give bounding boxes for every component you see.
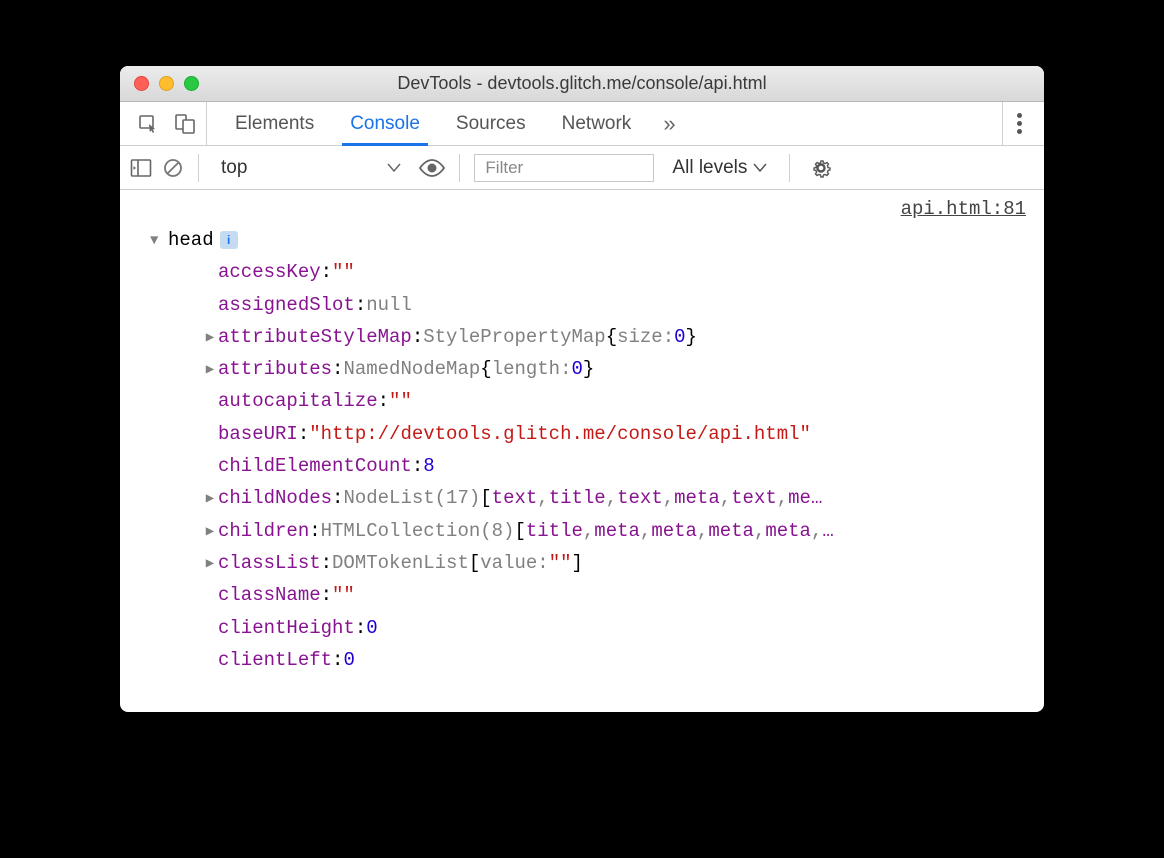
clear-console-icon[interactable]: [162, 157, 184, 179]
property-row[interactable]: childElementCount: 8: [150, 450, 1028, 482]
property-name: accessKey: [218, 256, 321, 288]
devtools-tabbar: Elements Console Sources Network »: [120, 102, 1044, 146]
disclosure-triangle-icon[interactable]: ▶: [203, 327, 217, 351]
property-row[interactable]: clientHeight: 0: [150, 612, 1028, 644]
tabbar-right: [1002, 102, 1036, 145]
property-name: assignedSlot: [218, 289, 355, 321]
disclosure-triangle-icon[interactable]: ▶: [203, 488, 217, 512]
console-toolbar: top All levels: [120, 146, 1044, 190]
disclosure-triangle-icon[interactable]: ▼: [150, 230, 164, 254]
more-options-icon[interactable]: [1017, 113, 1022, 134]
property-value: null: [366, 289, 412, 321]
levels-label: All levels: [672, 157, 747, 179]
property-value: 0: [366, 612, 377, 644]
tabbar-left-icons: [128, 102, 207, 145]
console-settings-icon[interactable]: [810, 157, 832, 179]
disclosure-triangle-icon[interactable]: ▶: [203, 553, 217, 577]
inspect-element-icon[interactable]: [138, 113, 160, 135]
property-name: childElementCount: [218, 450, 412, 482]
source-link[interactable]: api.html:81: [901, 198, 1026, 220]
property-row[interactable]: ▶children: HTMLCollection(8) [title, met…: [150, 515, 1028, 547]
context-label: top: [221, 157, 247, 179]
property-row[interactable]: ▶attributeStyleMap: StylePropertyMap {si…: [150, 321, 1028, 353]
minimize-window-button[interactable]: [159, 76, 174, 91]
property-row[interactable]: ▶childNodes: NodeList(17) [text, title, …: [150, 482, 1028, 514]
property-row[interactable]: accessKey: "": [150, 256, 1028, 288]
property-row[interactable]: clientLeft: 0: [150, 644, 1028, 676]
tab-overflow[interactable]: »: [649, 102, 689, 145]
tab-elements[interactable]: Elements: [217, 102, 332, 145]
toolbar-separator: [789, 154, 790, 182]
tab-network[interactable]: Network: [544, 102, 650, 145]
traffic-lights: [120, 76, 199, 91]
logged-object: ▼ head i accessKey: ""assignedSlot: null…: [120, 196, 1044, 676]
filter-input[interactable]: [474, 154, 654, 182]
property-row[interactable]: assignedSlot: null: [150, 289, 1028, 321]
close-window-button[interactable]: [134, 76, 149, 91]
property-name: clientHeight: [218, 612, 355, 644]
toolbar-separator: [198, 154, 199, 182]
property-value: "http://devtools.glitch.me/console/api.h…: [309, 418, 811, 450]
property-row[interactable]: ▶classList: DOMTokenList [value: ""]: [150, 547, 1028, 579]
property-row[interactable]: ▶attributes: NamedNodeMap {length: 0}: [150, 353, 1028, 385]
object-header[interactable]: ▼ head i: [150, 224, 1028, 256]
property-name: clientLeft: [218, 644, 332, 676]
property-name: childNodes: [218, 482, 332, 514]
log-levels-select[interactable]: All levels: [664, 157, 775, 179]
toolbar-separator: [459, 154, 460, 182]
object-name: head: [168, 224, 214, 256]
execution-context-select[interactable]: top: [213, 157, 409, 179]
tab-sources[interactable]: Sources: [438, 102, 544, 145]
devtools-window: DevTools - devtools.glitch.me/console/ap…: [120, 66, 1044, 712]
console-output: api.html:81 ▼ head i accessKey: ""assign…: [120, 190, 1044, 712]
property-value: "": [389, 385, 412, 417]
show-console-sidebar-icon[interactable]: [130, 158, 152, 178]
titlebar: DevTools - devtools.glitch.me/console/ap…: [120, 66, 1044, 102]
property-name: attributeStyleMap: [218, 321, 412, 353]
chevron-down-icon: [753, 163, 767, 173]
property-row[interactable]: baseURI: "http://devtools.glitch.me/cons…: [150, 418, 1028, 450]
property-name: autocapitalize: [218, 385, 378, 417]
device-toolbar-icon[interactable]: [174, 113, 196, 135]
property-name: classList: [218, 547, 321, 579]
tab-console[interactable]: Console: [332, 102, 438, 145]
property-value: "": [332, 256, 355, 288]
property-name: attributes: [218, 353, 332, 385]
info-icon[interactable]: i: [220, 231, 238, 249]
property-name: className: [218, 579, 321, 611]
property-value: 0: [343, 644, 354, 676]
property-row[interactable]: className: "": [150, 579, 1028, 611]
live-expression-icon[interactable]: [419, 159, 445, 177]
chevron-down-icon: [387, 163, 401, 173]
zoom-window-button[interactable]: [184, 76, 199, 91]
disclosure-triangle-icon[interactable]: ▶: [203, 521, 217, 545]
property-name: children: [218, 515, 309, 547]
window-title: DevTools - devtools.glitch.me/console/ap…: [120, 73, 1044, 94]
property-value: 8: [423, 450, 434, 482]
panel-tabs: Elements Console Sources Network »: [207, 102, 1002, 145]
property-name: baseURI: [218, 418, 298, 450]
property-row[interactable]: autocapitalize: "": [150, 385, 1028, 417]
disclosure-triangle-icon[interactable]: ▶: [203, 359, 217, 383]
property-value: "": [332, 579, 355, 611]
